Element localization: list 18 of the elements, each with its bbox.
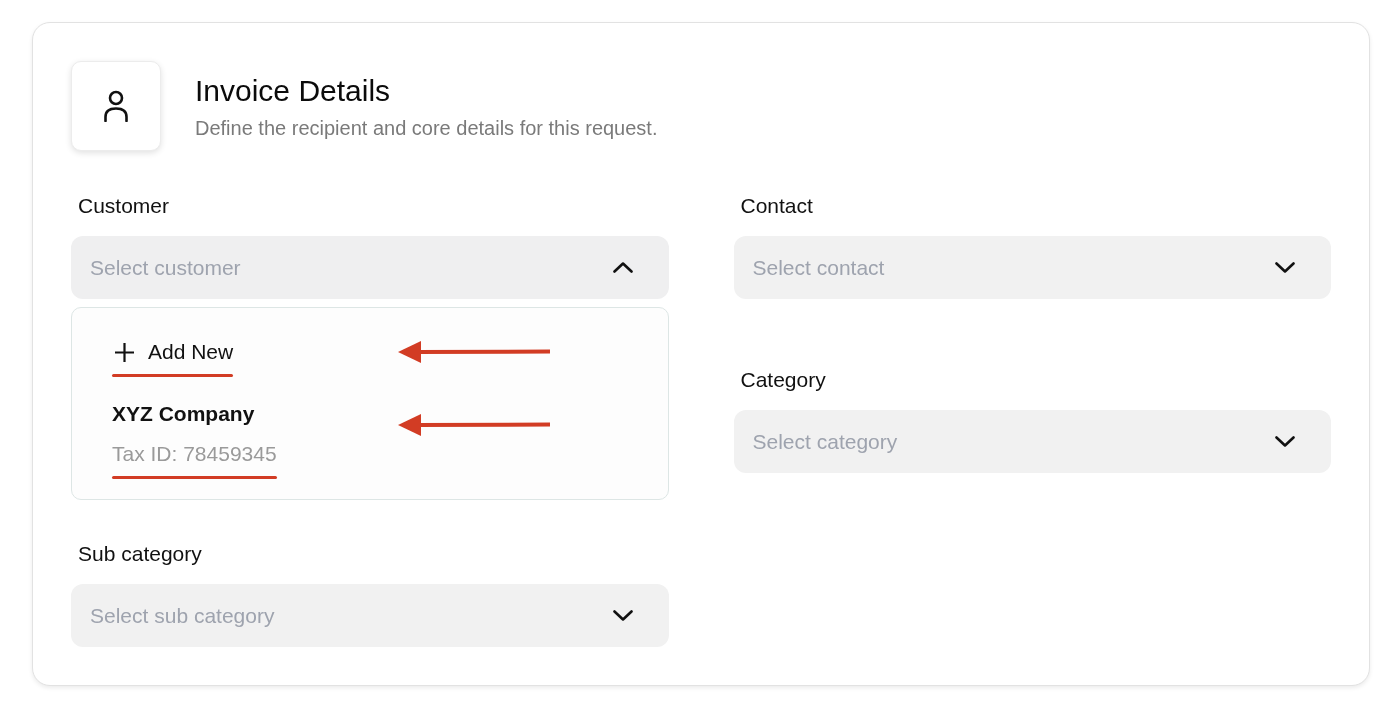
- plus-icon: [114, 341, 135, 363]
- person-icon: [71, 61, 161, 151]
- chevron-down-icon: [1275, 262, 1295, 273]
- customer-option[interactable]: XYZ Company Tax ID: 78459345: [112, 402, 277, 466]
- select-field[interactable]: Select sub category: [71, 584, 669, 647]
- select-field[interactable]: Select category: [733, 410, 1331, 473]
- field-label: Contact: [739, 194, 813, 218]
- form-title: Invoice Details: [195, 74, 392, 108]
- chevron-down-icon: [612, 610, 633, 621]
- select-field[interactable]: Select customer: [71, 236, 669, 299]
- field-label: Sub category: [77, 542, 202, 566]
- form-subtitle: Define the recipient and core details for this request.: [195, 116, 658, 140]
- select-field[interactable]: Select contact: [733, 236, 1331, 299]
- field-label: Category: [739, 368, 826, 392]
- field-label: Customer: [77, 194, 170, 218]
- chevron-up-icon: [612, 262, 633, 273]
- add-new-option[interactable]: Add New: [112, 340, 234, 364]
- chevron-down-icon: [1275, 436, 1295, 447]
